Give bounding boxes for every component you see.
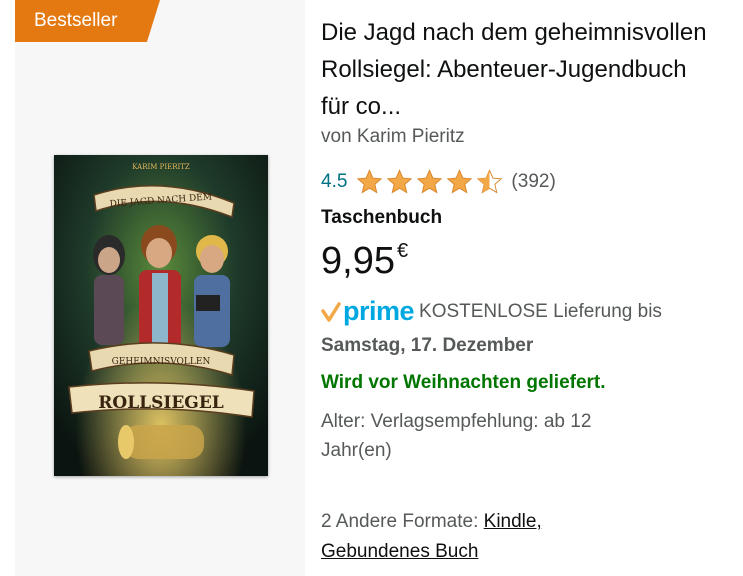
delivery-date: Samstag, 17. Dezember [321, 335, 534, 356]
cover-title-line3: ROLLSIEGEL [98, 393, 224, 413]
product-author[interactable]: von Karim Pieritz [321, 126, 465, 148]
book-format: Taschenbuch [321, 207, 443, 228]
rating-row[interactable]: 4.5 (392) [321, 168, 556, 196]
star-full-icon [447, 169, 473, 194]
cover-author: KARIM PIERITZ [132, 163, 190, 171]
price-amount: 9,95 [321, 240, 395, 282]
other-formats: 2 Andere Formate: Kindle, Gebundenes Buc… [321, 507, 651, 567]
book-cover-image[interactable]: DIE JAGD NACH DEM KARIM PIERITZ GEHEIMNI… [54, 155, 268, 476]
christmas-delivery-note: Wird vor Weihnachten geliefert. [321, 372, 606, 393]
free-shipping-text: KOSTENLOSE Lieferung bis [419, 300, 662, 322]
star-rating[interactable] [355, 168, 505, 196]
price-currency: € [396, 240, 409, 262]
product-title[interactable]: Die Jagd nach dem geheimnisvollen Rollsi… [321, 14, 716, 125]
bestseller-badge: Bestseller [15, 0, 160, 42]
review-count[interactable]: (392) [511, 171, 555, 193]
star-half-icon [477, 169, 503, 194]
star-full-icon [357, 169, 383, 194]
star-full-icon [387, 169, 413, 194]
prime-check-icon [321, 301, 341, 322]
cover-title-line2: GEHEIMNISVOLLEN [112, 357, 211, 367]
price: 9,95 € [321, 238, 408, 284]
delivery-info: prime KOSTENLOSE Lieferung bis [321, 296, 662, 327]
format-link-hardcover[interactable]: Gebundenes Buch [321, 541, 478, 562]
rating-value: 4.5 [321, 171, 348, 192]
product-card[interactable]: Bestseller DIE JAGD NACH DEM KARIM PIERI… [15, 0, 727, 576]
other-formats-label: 2 Andere Formate: [321, 511, 479, 532]
product-image-panel[interactable]: Bestseller DIE JAGD NACH DEM KARIM PIERI… [15, 0, 305, 576]
age-recommendation: Alter: Verlagsempfehlung: ab 12 Jahr(en) [321, 411, 592, 461]
format-link-kindle[interactable]: Kindle, [484, 511, 542, 532]
prime-logo: prime [343, 296, 415, 326]
star-full-icon [417, 169, 443, 194]
